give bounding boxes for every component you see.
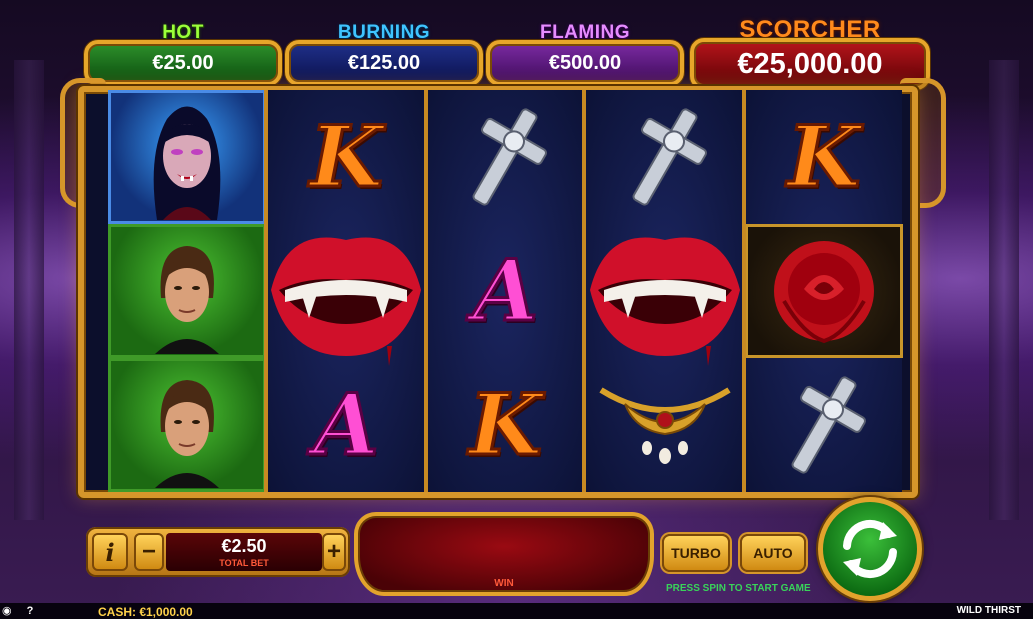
lips-fangs-icon [589,237,740,366]
jackpot-scorcher-value: €25,000.00 [690,38,930,90]
info-button[interactable]: i [92,533,128,571]
total-bet-label: TOTAL BET [219,557,269,568]
spin-button[interactable] [818,497,922,601]
jackpot-burning-value: €125.00 [285,40,483,86]
auto-button[interactable]: AUTO [740,534,806,572]
jackpot-hot: HOT €25.00 [84,22,282,88]
symbol-a-text: A [471,241,539,340]
jackpot-burning: BURNING €125.00 [285,22,483,88]
total-bet-display: €2.50 TOTAL BET [166,533,322,571]
increase-bet-button[interactable]: + [322,533,346,571]
vampire-man-icon [155,246,219,354]
help-button[interactable]: ? [27,605,34,617]
vampire-woman-icon [153,106,221,220]
footer-icons: ◉ ? [2,604,33,617]
symbol-k-text: K [467,375,543,474]
jackpot-hot-value: €25.00 [84,40,282,86]
spin-hint: PRESS SPIN TO START GAME [666,583,811,594]
jackpot-flaming: FLAMING €500.00 [486,22,684,88]
reel-divider [264,90,268,492]
symbol-vampire-man [108,358,266,492]
symbol-necklace [586,358,744,492]
rose-icon [773,241,874,344]
cash-balance: CASH: €1,000.00 [98,605,193,619]
game-title: WILD THIRST [956,605,1021,616]
cross-icon [791,376,866,474]
reel-5: K [744,90,903,492]
reel-4 [585,90,744,492]
symbol-k: K [267,90,425,224]
symbol-a-text: A [312,375,380,474]
reel-divider [742,90,746,492]
symbol-a: A [267,358,425,492]
symbol-cross [586,90,744,224]
total-bet-value: €2.50 [221,535,267,556]
background-pillar [989,60,1019,520]
symbol-k-text: K [786,107,862,206]
symbol-vampire-man [108,224,266,358]
cross-icon [632,108,707,206]
symbol-k-text: K [308,107,384,206]
jackpot-flaming-value: €500.00 [486,40,684,86]
lips-fangs-icon [271,237,422,366]
background-pillar [14,60,44,520]
jackpot-scorcher: SCORCHER €25,000.00 [690,16,930,90]
symbol-k: K [745,90,903,224]
symbol-vampire-woman [108,90,266,224]
symbol-cross [426,90,584,224]
symbol-cross [745,358,903,492]
reel-area: K A A K K [108,90,903,492]
vampire-man-icon [155,380,219,488]
decrease-bet-button[interactable]: − [134,533,164,571]
win-panel: WIN [354,512,654,596]
necklace-icon [599,387,731,464]
win-label: WIN [494,578,514,589]
reel-divider [582,90,586,492]
reel-3: A K [426,90,584,492]
refresh-arrows-icon [843,519,897,579]
symbol-k: K [426,358,584,492]
bet-panel: i − €2.50 TOTAL BET + [86,527,350,577]
reel-2: K A [267,90,425,492]
cross-icon [472,108,548,206]
reel-1 [108,90,266,492]
symbol-rose [744,224,903,358]
symbol-a: A [426,224,584,358]
turbo-button[interactable]: TURBO [662,534,730,572]
sound-icon[interactable]: ◉ [2,605,12,617]
reel-divider [424,90,428,492]
